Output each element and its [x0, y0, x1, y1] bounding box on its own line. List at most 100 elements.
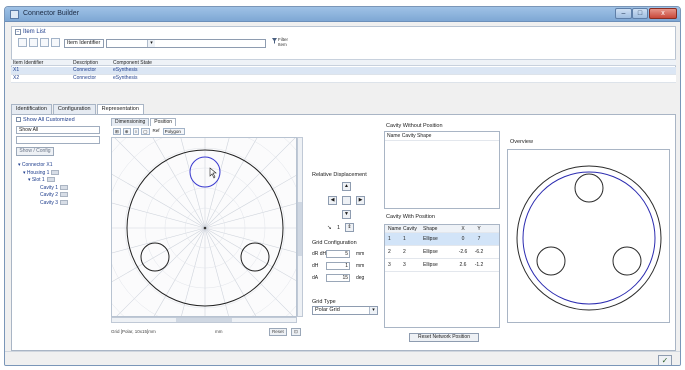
tab-identification[interactable]: Identification: [11, 104, 52, 114]
grid-da-input[interactable]: 15: [326, 274, 350, 282]
cavity-with-position-table: Name Cavity Shape X Y 1 1 Ellipse 0 7 2 …: [384, 224, 500, 328]
move-up-button[interactable]: ▲: [342, 182, 351, 191]
grid-spoke: [112, 227, 206, 254]
show-all-customized-header[interactable]: Show All Customized: [14, 116, 104, 124]
col-header[interactable]: Description: [71, 60, 111, 66]
grid-spoke: [153, 227, 206, 316]
position-editor: Dimensioning Position ⊞ ⊕ ○ ▢ Ref Polygo…: [107, 116, 307, 349]
identifier-combo[interactable]: Item Identifier: [64, 39, 104, 48]
cursor-icon: [209, 167, 217, 179]
rectangle-tool-icon[interactable]: ▢: [141, 128, 150, 135]
relative-displacement-label: Relative Displacement: [312, 172, 367, 178]
horizontal-scrollbar[interactable]: [111, 317, 297, 323]
tree-node[interactable]: Cavity 2: [18, 192, 69, 200]
grid-config-row: dH 1 mm: [312, 262, 365, 270]
cavity-2-circle: [536, 246, 566, 276]
overview-canvas: [507, 149, 670, 323]
outer-housing-circle: [516, 165, 662, 311]
tab-dimensioning[interactable]: Dimensioning: [111, 118, 150, 126]
item-toolbar: [18, 38, 60, 49]
item-grid-header: Item Identifier Description Component St…: [11, 59, 676, 66]
tree-node[interactable]: ▾ Housing 1: [18, 170, 68, 178]
editor-toolbar: ⊞ ⊕ ○ ▢ Ref Polygon: [113, 128, 185, 135]
polar-grid-canvas[interactable]: [111, 137, 297, 317]
circle-tool-icon[interactable]: ○: [132, 128, 140, 135]
item-list-header[interactable]: − Item List: [15, 29, 46, 35]
tree-node[interactable]: Cavity 3: [18, 200, 69, 208]
connector-tree: ▾ Connector X1 ▾ Housing 1 ▾ Slot 1 Cavi…: [18, 162, 69, 208]
delete-item-icon[interactable]: [51, 38, 60, 47]
show-config-button[interactable]: Show / Config: [16, 147, 54, 156]
grid-dr-input[interactable]: 5: [326, 250, 350, 258]
cavity-without-position-list[interactable]: Name Cavity Shape: [384, 131, 500, 209]
table-row[interactable]: 1 1 Ellipse 0 7: [385, 233, 499, 246]
fit-view-button[interactable]: ⊡: [291, 328, 301, 336]
editor-subtabs: Dimensioning Position: [111, 118, 177, 126]
tree-node[interactable]: ▾ Slot 1: [18, 177, 68, 185]
vertical-scrollbar[interactable]: [297, 137, 303, 317]
cavity-with-position-title: Cavity With Position: [386, 214, 435, 220]
grid-dh-input[interactable]: 1: [326, 262, 350, 270]
grid-type-label: Grid Type: [312, 299, 336, 305]
reset-network-position-button[interactable]: Reset Network Position: [409, 333, 479, 342]
tree-node[interactable]: ▾ Connector X1: [18, 162, 68, 170]
structure-panel: Show All Customized Show All Show / Conf…: [14, 116, 104, 349]
table-row[interactable]: X2 Connector eSynthesis: [11, 75, 676, 83]
crosshair-icon[interactable]: ⊕: [122, 128, 131, 135]
move-down-button[interactable]: ▼: [342, 210, 351, 219]
overview-title: Overview: [510, 139, 533, 145]
unit-label: mm: [215, 329, 223, 334]
move-left-button[interactable]: ◀: [328, 196, 337, 205]
table-row[interactable]: 3 3 Ellipse 2.6 -1.2: [385, 259, 499, 272]
collapse-icon[interactable]: −: [15, 29, 21, 35]
grid-spoke: [204, 227, 296, 281]
edit-item-icon[interactable]: [29, 38, 38, 47]
filter-button[interactable]: Filter Item: [272, 37, 288, 51]
copy-item-icon[interactable]: [40, 38, 49, 47]
chevron-down-icon[interactable]: ▾: [369, 307, 377, 314]
filter-input[interactable]: [16, 136, 100, 144]
cavity-lists: Cavity Without Position Name Cavity Shap…: [384, 123, 502, 345]
tree-node[interactable]: Cavity 1: [18, 185, 69, 193]
ok-button[interactable]: ✓: [658, 355, 672, 365]
grid-spoke: [204, 227, 257, 316]
minimize-button[interactable]: –: [615, 8, 632, 19]
show-all-select[interactable]: Show All: [16, 126, 100, 134]
shape-select[interactable]: Polygon: [162, 128, 185, 135]
table-header: Name Cavity Shape X Y: [385, 225, 499, 233]
cavity-1-circle: [574, 173, 604, 203]
tab-position[interactable]: Position: [150, 118, 177, 126]
step-arrow-icon: ↘: [327, 225, 332, 231]
displacement-controls: Relative Displacement ▲ ◀ ▶ ▼ ↘ 1 ⇕ Grid…: [309, 116, 381, 349]
close-button[interactable]: x: [649, 8, 677, 19]
col-header[interactable]: Component State: [111, 60, 191, 66]
tab-configuration[interactable]: Configuration: [52, 104, 96, 114]
move-right-button[interactable]: ▶: [356, 196, 365, 205]
list-header: Name Cavity Shape: [385, 132, 499, 141]
app-icon: [10, 10, 19, 19]
grid-spoke: [204, 227, 229, 316]
grid-configuration-label: Grid Configuration: [312, 240, 357, 246]
grid-spoke: [112, 173, 206, 229]
title-bar[interactable]: Connector Builder – □ x: [5, 7, 680, 22]
maximize-button[interactable]: □: [632, 8, 648, 19]
grid-spoke: [204, 227, 294, 316]
main-tabs: Identification Configuration Representat…: [11, 104, 145, 115]
center-point: [203, 226, 207, 230]
reset-view-button[interactable]: Reset: [269, 328, 287, 336]
item-search-combo[interactable]: ▾: [106, 39, 266, 48]
grid-spoke: [116, 227, 206, 316]
filter-icon: [272, 38, 277, 44]
grid-icon[interactable]: ⊞: [113, 128, 121, 135]
grid-type-select[interactable]: Polar Grid ▾: [312, 306, 378, 315]
step-stepper[interactable]: ⇕: [345, 223, 354, 232]
table-row[interactable]: 2 2 Ellipse -2.6 -6.2: [385, 246, 499, 259]
grid-spoke: [112, 227, 206, 283]
chevron-down-icon[interactable]: ▾: [147, 40, 155, 47]
center-button[interactable]: [342, 196, 351, 205]
inner-housing-circle: [522, 171, 656, 305]
col-header[interactable]: Item Identifier: [11, 60, 71, 66]
new-item-icon[interactable]: [18, 38, 27, 47]
grid-config-row: dA 15 deg: [312, 274, 365, 282]
table-row[interactable]: X1 Connector eSynthesis: [11, 67, 676, 75]
